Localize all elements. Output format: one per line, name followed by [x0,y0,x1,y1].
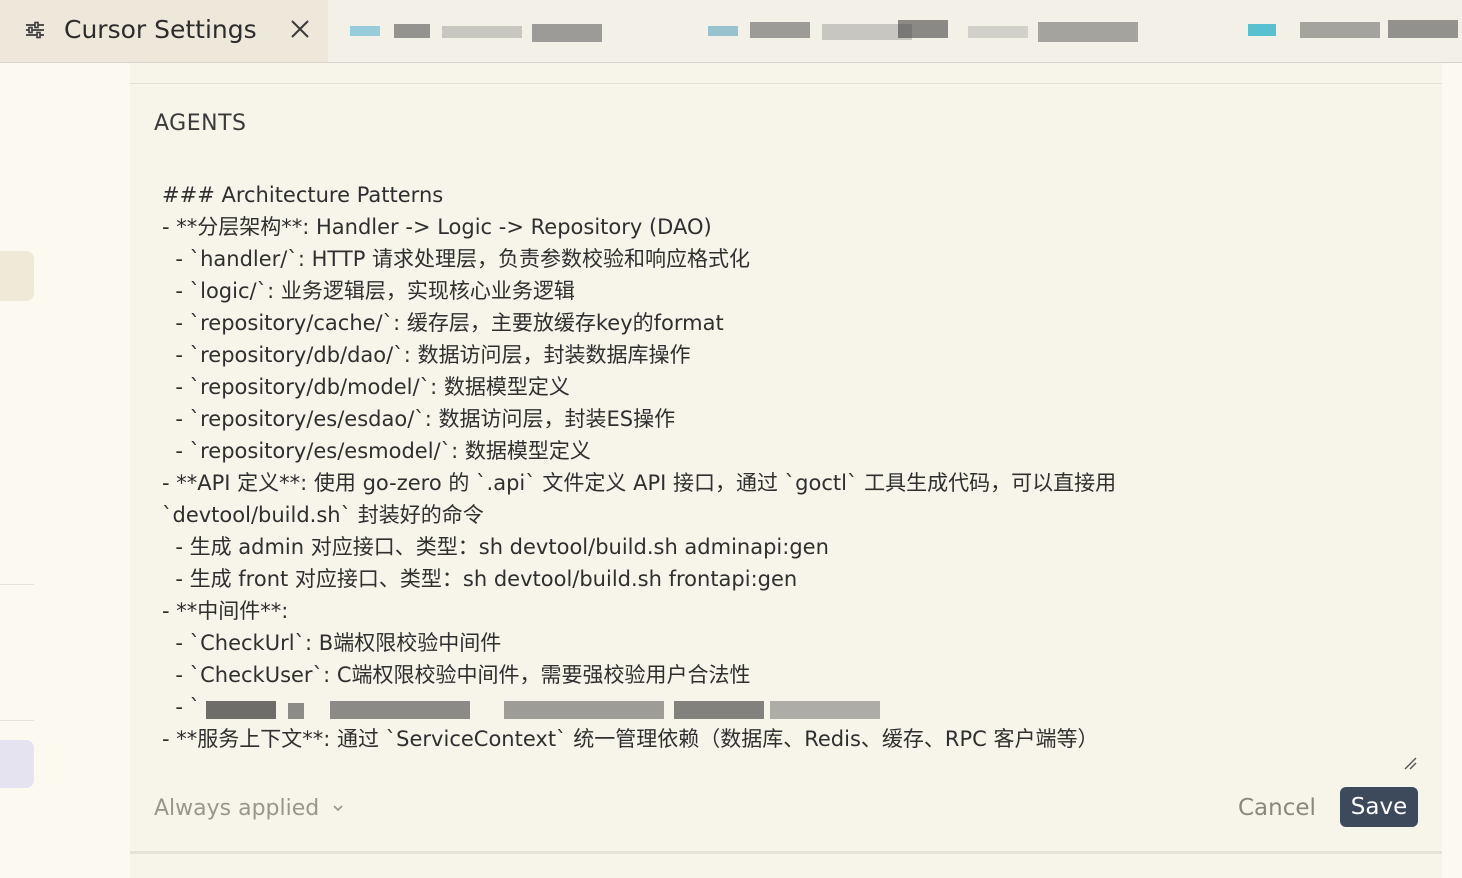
redacted-text [504,701,664,719]
rule-editor-panel: AGENTS ### Architecture Patterns - **分层架… [130,63,1442,878]
redacted-text [394,24,430,38]
settings-sidebar [0,63,130,878]
rule-name: AGENTS [154,111,247,136]
code-line: - `repository/es/esdao/`: 数据访问层，封装ES操作 [162,407,676,431]
code-line: - `repository/cache/`: 缓存层，主要放缓存key的form… [162,311,724,335]
panel-divider [130,851,1442,854]
redacted-text [1300,22,1380,38]
code-line: - ` [162,695,201,719]
redacted-text [674,701,764,719]
redacted-text [898,20,948,38]
code-line: - `handler/`: HTTP 请求处理层，负责参数校验和响应格式化 [162,247,751,271]
redacted-text [770,701,880,719]
cancel-button[interactable]: Cancel [1238,791,1316,825]
redacted-text [532,24,602,42]
file-icon [708,26,738,36]
tab-redacted-3[interactable] [1248,18,1462,46]
rule-content-textarea[interactable]: ### Architecture Patterns - **分层架构**: Ha… [154,179,1414,779]
code-line: - 生成 admin 对应接口、类型：sh devtool/build.sh a… [162,535,829,559]
code-line: `devtool/build.sh` 封装好的命令 [162,503,484,527]
redacted-text [1388,20,1458,38]
save-button[interactable]: Save [1340,787,1418,827]
tab-redacted-2[interactable] [708,18,1158,46]
code-line: - 生成 front 对应接口、类型：sh devtool/build.sh f… [162,567,798,591]
code-line: - **服务上下文**: 通过 `ServiceContext` 统一管理依赖（… [162,727,1099,751]
sidebar-divider [0,720,34,721]
code-line: - `repository/db/dao/`: 数据访问层，封装数据库操作 [162,343,691,367]
sidebar-divider [0,584,34,585]
redacted-text [442,26,522,38]
close-icon[interactable] [288,17,312,41]
sidebar-item-selected[interactable] [0,251,34,301]
redacted-text [206,701,276,719]
sidebar-item-highlight[interactable] [0,740,34,788]
code-line: - `CheckUrl`: B端权限校验中间件 [162,631,502,655]
code-line: - **中间件**: [162,599,289,623]
apply-mode-label: Always applied [154,795,320,821]
tab-cursor-settings[interactable]: Cursor Settings [0,0,328,62]
redacted-text [1038,22,1138,42]
code-line: - **API 定义**: 使用 go-zero 的 `.api` 文件定义 A… [162,471,1117,495]
file-icon [1248,24,1276,36]
redacted-text [288,703,304,719]
code-line: - `logic/`: 业务逻辑层，实现核心业务逻辑 [162,279,575,303]
panel-divider [130,83,1442,84]
chevron-down-icon [333,805,343,812]
tab-title: Cursor Settings [64,15,257,44]
apply-mode-select[interactable]: Always applied [154,793,345,823]
tab-bar: Cursor Settings [0,0,1462,63]
code-line: - `CheckUser`: C端权限校验中间件，需要强校验用户合法性 [162,663,751,687]
code-line: ### Architecture Patterns [162,183,444,207]
code-line: - `repository/es/esmodel/`: 数据模型定义 [162,439,591,463]
code-line: - **分层架构**: Handler -> Logic -> Reposito… [162,215,712,239]
file-icon [350,26,380,36]
sliders-icon [26,21,44,39]
redacted-text [968,26,1028,38]
code-line: - `repository/db/model/`: 数据模型定义 [162,375,570,399]
resize-handle-icon[interactable] [1402,755,1418,771]
tab-redacted-1[interactable] [348,18,608,46]
redacted-text [750,22,810,38]
redacted-text [330,701,470,719]
